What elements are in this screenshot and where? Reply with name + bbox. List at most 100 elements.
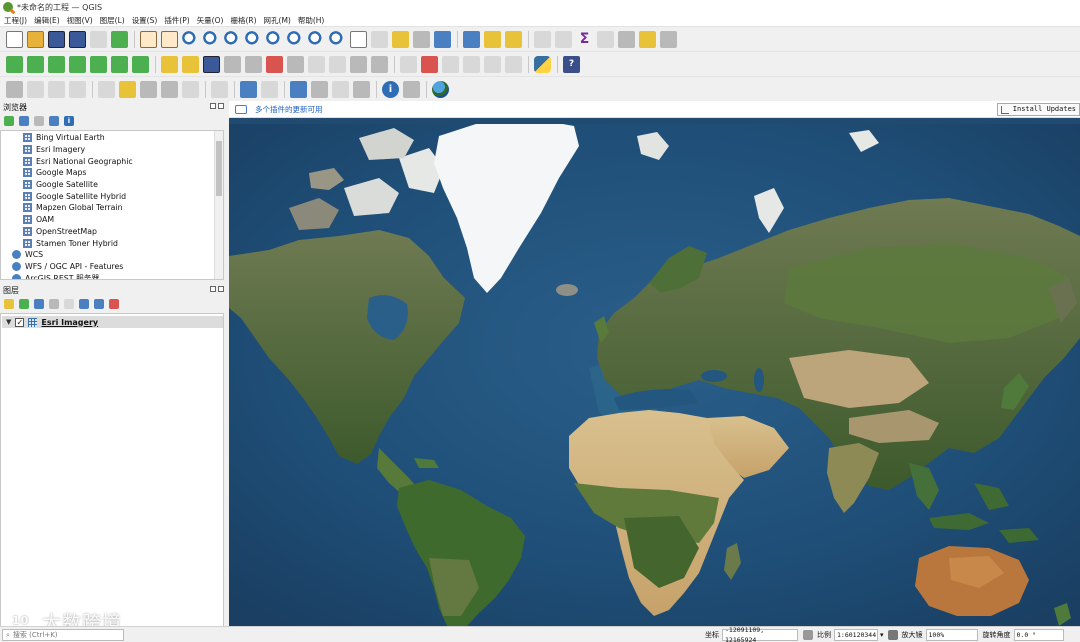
add-vector-icon[interactable]	[27, 55, 44, 73]
new-bookmark-icon[interactable]	[350, 30, 367, 48]
properties-icon[interactable]: i	[64, 116, 74, 126]
menu-help[interactable]: 帮助(H)	[298, 15, 325, 26]
lock-scale-icon[interactable]	[887, 630, 898, 640]
settings-icon[interactable]	[660, 30, 677, 48]
save-project-icon[interactable]	[48, 30, 65, 48]
change-label-icon[interactable]	[505, 55, 522, 73]
move-label-icon[interactable]	[463, 55, 480, 73]
shape-icon[interactable]	[261, 80, 278, 98]
filter-legend-icon[interactable]	[49, 299, 59, 309]
browser-scrollbar[interactable]	[214, 131, 223, 279]
identify-icon[interactable]	[463, 30, 480, 48]
menu-layer[interactable]: 图层(L)	[100, 15, 125, 26]
statistics-icon[interactable]: Σ	[576, 31, 593, 48]
python-console-icon[interactable]	[534, 55, 551, 73]
add-raster-icon[interactable]	[48, 55, 65, 73]
browser-tree[interactable]: Bing Virtual Earth Esri Imagery Esri Natio…	[0, 130, 224, 280]
browser-item[interactable]: WFS / OGC API - Features	[1, 261, 223, 273]
menu-view[interactable]: 视图(V)	[67, 15, 93, 26]
layer-visibility-checkbox[interactable]: ✓	[15, 317, 25, 327]
toggle-edit-icon[interactable]	[182, 55, 199, 73]
remove-layer-icon[interactable]	[109, 299, 119, 309]
digitize-shape-icon[interactable]	[6, 80, 23, 98]
add-group-icon[interactable]	[19, 299, 29, 309]
browser-item[interactable]: ArcGIS REST 服务器	[1, 272, 223, 279]
expand-all-icon[interactable]	[79, 299, 89, 309]
menu-plugins[interactable]: 插件(P)	[164, 15, 189, 26]
add-wms-icon[interactable]	[132, 55, 149, 73]
menu-project[interactable]: 工程(J)	[4, 15, 27, 26]
browser-item[interactable]: Esri National Geographic	[1, 155, 223, 167]
rotate-label-icon[interactable]	[484, 55, 501, 73]
offset-curve-icon[interactable]	[27, 80, 44, 98]
layout-icon[interactable]	[597, 30, 614, 48]
digitize-icon[interactable]	[224, 55, 241, 73]
close-panel-icon[interactable]	[218, 286, 224, 292]
zoom-in-icon[interactable]	[182, 30, 199, 48]
temporal-icon[interactable]	[413, 30, 430, 48]
expand-arrow-icon[interactable]: ▼	[6, 318, 11, 326]
map-canvas[interactable]	[229, 118, 1080, 626]
pin-label-icon[interactable]	[421, 55, 438, 73]
pan-icon[interactable]	[140, 30, 157, 48]
show-label-icon[interactable]	[442, 55, 459, 73]
browser-item[interactable]: Mapzen Global Terrain	[1, 202, 223, 214]
globe-icon[interactable]	[432, 80, 449, 98]
browser-item[interactable]: WCS	[1, 249, 223, 261]
collapse-all-icon[interactable]	[49, 116, 59, 126]
rotation-field[interactable]: 0.0 °	[1013, 629, 1064, 641]
locator-search-input[interactable]: ⌕ 搜索 (Ctrl+K)	[2, 629, 124, 641]
select-icon[interactable]	[484, 30, 501, 48]
refresh-icon[interactable]	[434, 30, 451, 48]
filter-expression-icon[interactable]	[64, 299, 74, 309]
menu-mesh[interactable]: 网孔(M)	[264, 15, 291, 26]
snap-icon[interactable]	[353, 80, 370, 98]
info-icon[interactable]: i	[382, 80, 399, 98]
simplify-icon[interactable]	[161, 80, 178, 98]
measure2-icon[interactable]	[403, 80, 420, 98]
scale-field[interactable]: 1:60120344	[834, 629, 878, 641]
map-tips-icon[interactable]	[392, 30, 409, 48]
coordinate-field[interactable]: -12091109, 12165924	[722, 626, 798, 642]
zoom-native-icon[interactable]	[287, 30, 304, 48]
paste-icon[interactable]	[329, 55, 346, 73]
menu-vector[interactable]: 矢量(O)	[197, 15, 224, 26]
print-layout-icon[interactable]	[90, 30, 107, 48]
cut-icon[interactable]	[287, 55, 304, 73]
text-annotation-icon[interactable]	[98, 80, 115, 98]
browser-item[interactable]: Esri Imagery	[1, 144, 223, 156]
vertex-tool-icon[interactable]	[140, 80, 157, 98]
new-project-icon[interactable]	[6, 30, 23, 48]
menu-edit[interactable]: 编辑(E)	[34, 15, 60, 26]
refresh-icon[interactable]	[19, 116, 29, 126]
browser-item[interactable]: Google Satellite Hybrid	[1, 190, 223, 202]
deselect-icon[interactable]	[505, 30, 522, 48]
add-mesh-icon[interactable]	[69, 55, 86, 73]
zoom-layer-icon[interactable]	[266, 30, 283, 48]
rotate-icon[interactable]	[182, 80, 199, 98]
save-edits-icon[interactable]	[203, 55, 220, 73]
data-source-icon[interactable]	[6, 55, 23, 73]
shape2-icon[interactable]	[332, 80, 349, 98]
scale-dropdown-icon[interactable]: ▾	[880, 631, 884, 639]
layer-row-esri-imagery[interactable]: ▼ ✓ Esri Imagery	[2, 316, 223, 328]
browser-item[interactable]: Bing Virtual Earth	[1, 132, 223, 144]
filter-icon[interactable]	[34, 116, 44, 126]
split-icon[interactable]	[69, 80, 86, 98]
open-project-icon[interactable]	[27, 30, 44, 48]
show-bookmarks-icon[interactable]	[371, 30, 388, 48]
browser-item[interactable]: Google Maps	[1, 167, 223, 179]
help-icon[interactable]: ?	[563, 55, 580, 73]
select-by-location-icon[interactable]	[119, 80, 136, 98]
layers-tree[interactable]: ▼ ✓ Esri Imagery	[0, 313, 224, 627]
reshape-icon[interactable]	[48, 80, 65, 98]
browser-item[interactable]: OpenStreetMap	[1, 226, 223, 238]
browser-item[interactable]: Google Satellite	[1, 179, 223, 191]
table-icon[interactable]	[211, 80, 228, 98]
copy-icon[interactable]	[308, 55, 325, 73]
attribute-table-icon[interactable]	[555, 30, 572, 48]
zoom-full-icon[interactable]	[224, 30, 241, 48]
save-as-icon[interactable]	[69, 30, 86, 48]
add-selected-layers-icon[interactable]	[4, 116, 14, 126]
label-tool-icon[interactable]	[400, 55, 417, 73]
